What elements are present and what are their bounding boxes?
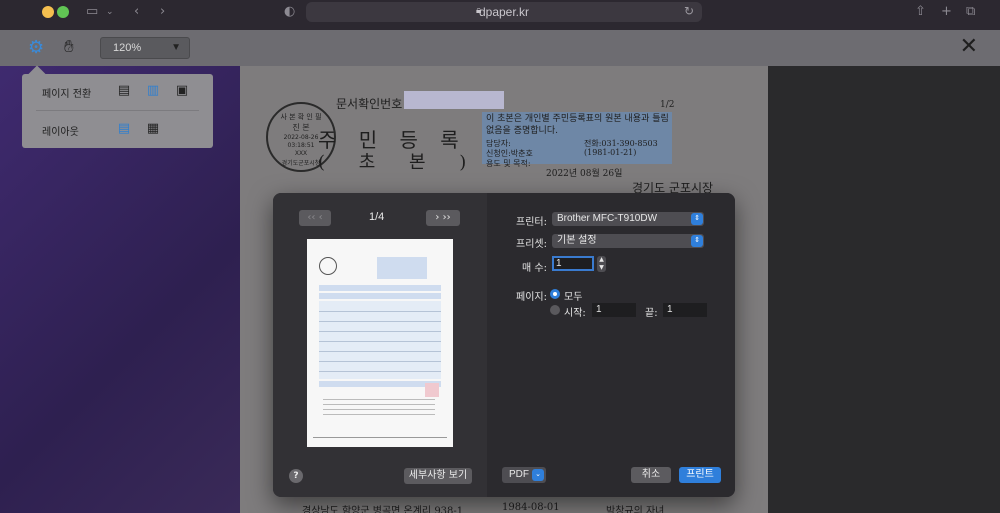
url-text: dpaper.kr <box>478 5 530 19</box>
printer-select[interactable]: Brother MFC-T910DW ⇕ <box>552 212 704 226</box>
next-page-button[interactable]: › ›› <box>426 210 460 226</box>
copies-stepper[interactable]: ▲ ▼ <box>597 256 606 272</box>
settings-popover: 페이지 전환 ▤ ▥ ▣ 레이아웃 ▤ ▦ <box>22 74 213 148</box>
reload-icon[interactable]: ↻ <box>684 4 694 18</box>
pages-all-radio[interactable] <box>550 289 560 299</box>
document-subtitle: ( 초 본 ) <box>318 152 481 173</box>
certificate-text: 이 초본은 개인별 주민등록표의 원본 내용과 틀림없음을 증명합니다. <box>486 114 669 136</box>
thumb-seal <box>319 257 337 275</box>
updown-chevron-icon: ⇕ <box>691 235 703 247</box>
confirm-number-label: 문서확인번호 : <box>336 97 411 111</box>
browser-titlebar: ▭ ⌄ ‹ › ◐ 🔒︎ dpaper.kr ↻ ⇧ + ⧉ <box>0 0 1000 30</box>
updown-chevron-icon: ⇕ <box>691 213 703 225</box>
copies-input[interactable]: 1 <box>552 256 594 271</box>
back-icon[interactable]: ‹ <box>134 4 139 20</box>
print-button[interactable]: 프린트 <box>679 467 721 483</box>
pages-from-input[interactable]: 1 <box>592 303 636 317</box>
zoom-select[interactable]: 120% ▼ <box>100 37 190 59</box>
help-button[interactable]: ? <box>289 469 303 483</box>
chevron-down-icon: ⌄ <box>532 469 544 481</box>
cancel-button[interactable]: 취소 <box>631 467 671 483</box>
print-preview-pane: ‹‹ ‹ 1/4 › ›› ? 세부사항 보기 <box>273 193 487 497</box>
pages-range-radio[interactable] <box>550 305 560 315</box>
right-background <box>768 66 1000 513</box>
address-bar[interactable]: 🔒︎ dpaper.kr ↻ <box>306 2 702 22</box>
printer-label: 프린터: <box>516 217 547 228</box>
popover-divider <box>36 110 199 111</box>
fullscreen-button[interactable] <box>57 6 69 18</box>
relation-cell: 박창규의 자녀 <box>606 506 665 513</box>
doc-row-value: (1981-01-21) <box>584 148 637 157</box>
address-cell: 경상남도 함양군 병곡면 온계리 938-1 <box>302 506 464 513</box>
new-tab-icon[interactable]: + <box>941 4 952 20</box>
pdf-label: PDF <box>509 469 529 480</box>
date-cell: 1984-08-01 <box>502 502 560 513</box>
doc-row-label: 용도 및 목적: <box>486 159 531 168</box>
continuous-scroll-icon[interactable]: ▥ <box>146 84 160 98</box>
hand-icon[interactable]: ✋︎ <box>64 37 74 57</box>
preset-label: 프리셋: <box>516 239 547 250</box>
confirm-number-redacted <box>404 91 504 109</box>
page-transition-label: 페이지 전환 <box>42 89 92 100</box>
preset-select[interactable]: 기본 설정 ⇕ <box>552 234 704 248</box>
pages-label: 페이지: <box>516 292 547 303</box>
pages-to-label: 끝: <box>645 308 658 319</box>
chevron-down-icon: ▼ <box>171 42 181 53</box>
zoom-value: 120% <box>113 42 142 54</box>
privacy-shield-icon[interactable]: ◐ <box>284 4 295 20</box>
chevron-down-icon[interactable]: ⌄ <box>106 4 114 20</box>
single-page-icon[interactable]: ▤ <box>117 84 131 98</box>
pages-all-label: 모두 <box>564 292 583 303</box>
viewer-toolbar: ⚙ ✋︎ 120% ▼ ✕ <box>0 30 1000 66</box>
show-details-button[interactable]: 세부사항 보기 <box>404 468 472 484</box>
two-column-icon[interactable]: ▦ <box>146 122 160 136</box>
page-indicator: 1/4 <box>369 211 385 223</box>
page-flip-icon[interactable]: ▣ <box>175 84 189 98</box>
printer-value: Brother MFC-T910DW <box>557 213 658 224</box>
forward-icon[interactable]: › <box>160 4 165 20</box>
document-date: 2022년 08월 26일 <box>546 169 623 179</box>
print-dialog: ‹‹ ‹ 1/4 › ›› ? 세부사항 보기 프린터: Brother MFC… <box>273 193 735 497</box>
pdf-menu-button[interactable]: PDF ⌄ <box>502 467 546 483</box>
minimize-button[interactable] <box>42 6 54 18</box>
gear-icon[interactable]: ⚙ <box>28 38 48 58</box>
prev-page-button[interactable]: ‹‹ ‹ <box>299 210 331 226</box>
pages-from-label: 시작: <box>564 308 586 319</box>
document-page-number: 1/2 <box>660 100 675 110</box>
layout-label: 레이아웃 <box>42 127 79 138</box>
pages-to-input[interactable]: 1 <box>663 303 707 317</box>
sidebar-icon[interactable]: ▭ <box>86 4 98 20</box>
page-thumbnail <box>307 239 453 447</box>
thumb-stamp <box>425 383 439 397</box>
copies-label: 매 수: <box>522 263 547 274</box>
close-icon[interactable]: ✕ <box>960 35 978 59</box>
single-column-icon[interactable]: ▤ <box>117 122 131 136</box>
preset-value: 기본 설정 <box>557 235 597 246</box>
tab-overview-icon[interactable]: ⧉ <box>966 4 975 20</box>
share-icon[interactable]: ⇧ <box>915 4 926 20</box>
